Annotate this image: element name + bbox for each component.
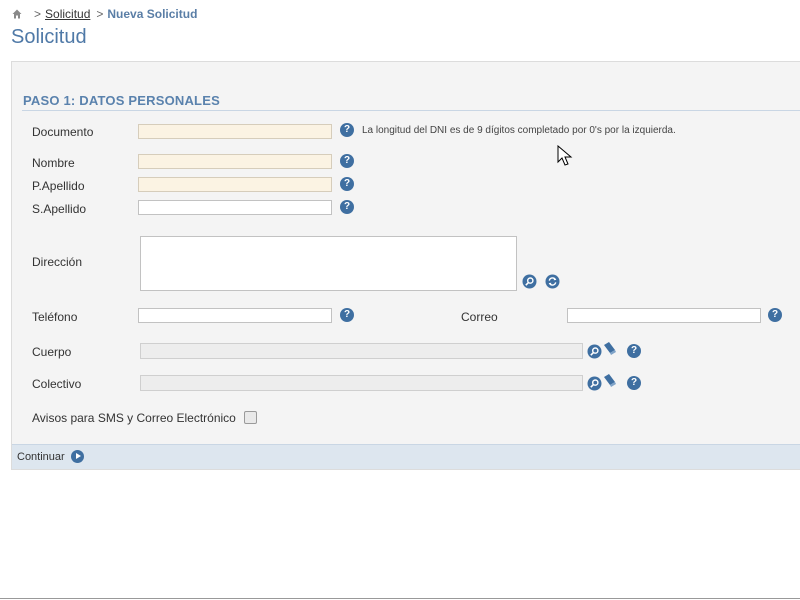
colectivo-label: Colectivo <box>32 377 82 391</box>
correo-input[interactable] <box>567 308 761 323</box>
eraser-icon[interactable] <box>602 341 617 356</box>
correo-label: Correo <box>461 310 498 324</box>
form-panel: PASO 1: DATOS PERSONALES Documento ? La … <box>11 61 800 470</box>
search-icon[interactable] <box>587 376 602 391</box>
documento-help-icon[interactable]: ? <box>340 123 354 137</box>
telefono-help-icon[interactable]: ? <box>340 308 354 322</box>
nombre-label: Nombre <box>32 156 75 170</box>
mouse-cursor-icon <box>557 145 573 166</box>
p-apellido-label: P.Apellido <box>32 179 85 193</box>
form-footer: Continuar <box>12 444 800 469</box>
cuerpo-input[interactable] <box>140 343 583 359</box>
documento-input[interactable] <box>138 124 332 139</box>
search-icon[interactable] <box>522 274 537 289</box>
refresh-icon[interactable] <box>545 274 560 289</box>
documento-label: Documento <box>32 125 94 139</box>
breadcrumb-link-solicitud[interactable]: Solicitud <box>45 7 90 21</box>
page-title: Solicitud <box>11 26 87 48</box>
breadcrumb-separator: > <box>34 7 42 21</box>
colectivo-input[interactable] <box>140 375 583 391</box>
breadcrumb-separator: > <box>96 7 104 21</box>
nombre-help-icon[interactable]: ? <box>340 154 354 168</box>
documento-hint: La longitud del DNI es de 9 dígitos comp… <box>362 125 676 136</box>
direccion-label: Dirección <box>32 255 83 269</box>
colectivo-help-icon[interactable]: ? <box>627 376 641 390</box>
step-title: PASO 1: DATOS PERSONALES <box>23 93 220 108</box>
p-apellido-input[interactable] <box>138 177 332 192</box>
correo-help-icon[interactable]: ? <box>768 308 782 322</box>
arrow-right-circle-icon <box>70 450 84 463</box>
direccion-textarea[interactable] <box>140 236 517 291</box>
continue-button[interactable]: Continuar <box>17 450 84 463</box>
eraser-icon[interactable] <box>602 373 617 388</box>
step-divider <box>22 110 800 111</box>
cuerpo-label: Cuerpo <box>32 345 72 359</box>
continue-label: Continuar <box>17 450 65 463</box>
search-icon[interactable] <box>587 344 602 359</box>
s-apellido-label: S.Apellido <box>32 202 87 216</box>
breadcrumb-current: Nueva Solicitud <box>107 7 198 21</box>
home-icon[interactable] <box>12 9 22 19</box>
s-apellido-input[interactable] <box>138 200 332 215</box>
avisos-checkbox[interactable] <box>244 411 257 424</box>
cuerpo-help-icon[interactable]: ? <box>627 344 641 358</box>
avisos-label: Avisos para SMS y Correo Electrónico <box>32 411 236 425</box>
telefono-label: Teléfono <box>32 310 78 324</box>
telefono-input[interactable] <box>138 308 332 323</box>
s-apellido-help-icon[interactable]: ? <box>340 200 354 214</box>
p-apellido-help-icon[interactable]: ? <box>340 177 354 191</box>
breadcrumb: > Solicitud > Nueva Solicitud <box>12 7 197 21</box>
nombre-input[interactable] <box>138 154 332 169</box>
window-bottom-border <box>0 598 800 599</box>
